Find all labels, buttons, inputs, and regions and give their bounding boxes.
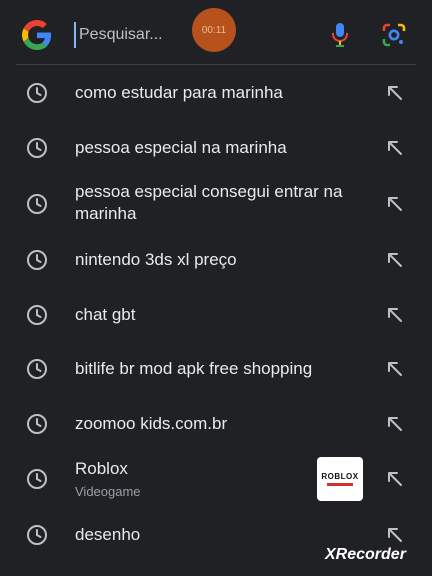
history-clock-icon xyxy=(27,83,47,103)
suggestion-text: bitlife br mod apk free shopping xyxy=(75,359,313,378)
arrow-up-left-icon[interactable] xyxy=(384,524,406,546)
history-clock-icon xyxy=(27,414,47,434)
arrow-up-left-icon[interactable] xyxy=(384,193,406,215)
history-clock-icon xyxy=(27,469,47,489)
arrow-up-left-icon[interactable] xyxy=(384,304,406,326)
history-clock-icon xyxy=(27,359,47,379)
xrecorder-watermark: XRecorder xyxy=(325,546,406,563)
suggestion-subtitle: Videogame xyxy=(75,484,141,499)
arrow-up-left-icon[interactable] xyxy=(384,358,406,380)
roblox-thumbnail: ROBLOX xyxy=(317,457,363,501)
suggestion-text: pessoa especial consegui entrar na marin… xyxy=(75,182,343,223)
arrow-up-left-icon[interactable] xyxy=(384,137,406,159)
suggestion-text: zoomoo kids.com.br xyxy=(75,414,228,433)
suggestion-text: chat gbt xyxy=(75,305,136,324)
suggestion-row[interactable]: nintendo 3ds xl preço xyxy=(0,234,432,288)
history-clock-icon xyxy=(27,250,47,270)
suggestion-row[interactable]: zoomoo kids.com.br xyxy=(0,398,432,453)
history-clock-icon xyxy=(27,194,47,214)
suggestion-text: nintendo 3ds xl preço xyxy=(75,250,237,269)
suggestion-row[interactable]: pessoa especial na marinha xyxy=(0,120,432,176)
suggestion-row[interactable]: bitlife br mod apk free shopping xyxy=(0,343,432,398)
suggestion-text: como estudar para marinha xyxy=(75,83,283,102)
history-clock-icon xyxy=(27,305,47,325)
suggestion-text: pessoa especial na marinha xyxy=(75,138,287,157)
thumbnail-bar xyxy=(327,483,353,486)
microphone-icon[interactable] xyxy=(330,22,350,48)
arrow-up-left-icon[interactable] xyxy=(384,82,406,104)
suggestion-row[interactable]: como estudar para marinha xyxy=(0,66,432,120)
arrow-up-left-icon[interactable] xyxy=(384,249,406,271)
suggestion-row[interactable]: Roblox Videogame ROBLOX xyxy=(0,453,432,509)
search-divider xyxy=(16,64,416,65)
arrow-up-left-icon[interactable] xyxy=(384,468,406,490)
history-clock-icon xyxy=(27,138,47,158)
recording-timer-badge[interactable]: 00:11 xyxy=(192,8,236,52)
arrow-up-left-icon[interactable] xyxy=(384,413,406,435)
suggestion-text: desenho xyxy=(75,525,141,544)
roblox-logo-text: ROBLOX xyxy=(321,472,359,481)
google-lens-icon[interactable] xyxy=(381,22,407,48)
search-bar: 00:11 xyxy=(0,0,432,66)
suggestion-row[interactable]: chat gbt xyxy=(0,288,432,343)
history-clock-icon xyxy=(27,525,47,545)
google-g-icon xyxy=(22,20,52,50)
suggestion-row[interactable]: pessoa especial consegui entrar na marin… xyxy=(0,176,432,234)
